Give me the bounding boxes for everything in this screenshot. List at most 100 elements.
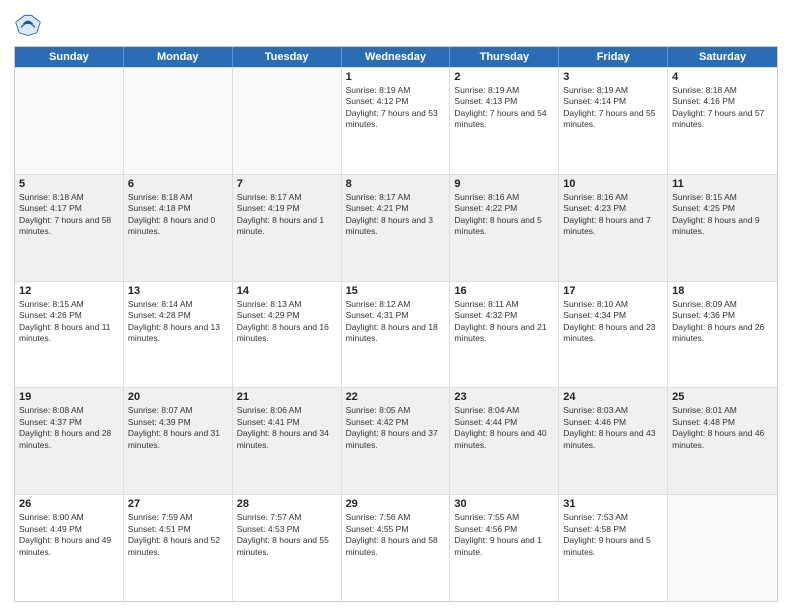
day-number: 16 [454, 285, 554, 297]
day-detail: Sunrise: 8:10 AM Sunset: 4:34 PM Dayligh… [563, 299, 663, 345]
day-detail: Sunrise: 8:08 AM Sunset: 4:37 PM Dayligh… [19, 405, 119, 451]
calendar-cell: 9 Sunrise: 8:16 AM Sunset: 4:22 PM Daylig… [450, 175, 559, 281]
day-detail: Sunrise: 8:16 AM Sunset: 4:22 PM Dayligh… [454, 192, 554, 238]
day-number: 12 [19, 285, 119, 297]
calendar-cell: 5 Sunrise: 8:18 AM Sunset: 4:17 PM Daylig… [15, 175, 124, 281]
day-number: 27 [128, 498, 228, 510]
calendar-cell: 20Sunrise: 8:07 AM Sunset: 4:39 PM Dayli… [124, 388, 233, 494]
calendar-cell: 2 Sunrise: 8:19 AM Sunset: 4:13 PM Daylig… [450, 68, 559, 174]
day-number: 11 [672, 178, 773, 190]
calendar-cell: 12Sunrise: 8:15 AM Sunset: 4:26 PM Dayli… [15, 282, 124, 388]
calendar-row: 1 Sunrise: 8:19 AM Sunset: 4:12 PM Daylig… [15, 67, 777, 174]
day-detail: Sunrise: 8:16 AM Sunset: 4:23 PM Dayligh… [563, 192, 663, 238]
calendar-cell: 23 Sunrise: 8:04 AM Sunset: 4:44 PM Dayli… [450, 388, 559, 494]
day-number: 21 [237, 391, 337, 403]
day-of-week-header: Tuesday [233, 47, 342, 67]
day-detail: Sunrise: 8:00 AM Sunset: 4:49 PM Dayligh… [19, 512, 119, 558]
day-number: 13 [128, 285, 228, 297]
calendar-cell: 18 Sunrise: 8:09 AM Sunset: 4:36 PM Dayli… [668, 282, 777, 388]
day-number: 26 [19, 498, 119, 510]
calendar-cell: 27 Sunrise: 7:59 AM Sunset: 4:51 PM Dayli… [124, 495, 233, 601]
day-detail: Sunrise: 8:04 AM Sunset: 4:44 PM Dayligh… [454, 405, 554, 451]
day-number: 19 [19, 391, 119, 403]
calendar-row: 12Sunrise: 8:15 AM Sunset: 4:26 PM Dayli… [15, 281, 777, 388]
day-of-week-header: Monday [124, 47, 233, 67]
day-number: 1 [346, 71, 446, 83]
day-number: 4 [672, 71, 773, 83]
day-of-week-header: Sunday [15, 47, 124, 67]
calendar-row: 26 Sunrise: 8:00 AM Sunset: 4:49 PM Dayli… [15, 494, 777, 601]
day-number: 15 [346, 285, 446, 297]
calendar-cell: 22 Sunrise: 8:05 AM Sunset: 4:42 PM Dayli… [342, 388, 451, 494]
day-detail: Sunrise: 7:53 AM Sunset: 4:58 PM Dayligh… [563, 512, 663, 558]
day-detail: Sunrise: 8:14 AM Sunset: 4:28 PM Dayligh… [128, 299, 228, 345]
day-detail: Sunrise: 8:17 AM Sunset: 4:19 PM Dayligh… [237, 192, 337, 238]
day-number: 30 [454, 498, 554, 510]
day-detail: Sunrise: 8:19 AM Sunset: 4:14 PM Dayligh… [563, 85, 663, 131]
calendar-cell: 14 Sunrise: 8:13 AM Sunset: 4:29 PM Dayli… [233, 282, 342, 388]
calendar-cell: 8 Sunrise: 8:17 AM Sunset: 4:21 PM Daylig… [342, 175, 451, 281]
day-of-week-header: Saturday [668, 47, 777, 67]
calendar-cell: 15 Sunrise: 8:12 AM Sunset: 4:31 PM Dayli… [342, 282, 451, 388]
day-detail: Sunrise: 8:18 AM Sunset: 4:16 PM Dayligh… [672, 85, 773, 131]
day-detail: Sunrise: 8:05 AM Sunset: 4:42 PM Dayligh… [346, 405, 446, 451]
day-number: 28 [237, 498, 337, 510]
calendar-cell: 28 Sunrise: 7:57 AM Sunset: 4:53 PM Dayli… [233, 495, 342, 601]
page: SundayMondayTuesdayWednesdayThursdayFrid… [0, 0, 792, 612]
calendar-header: SundayMondayTuesdayWednesdayThursdayFrid… [15, 47, 777, 67]
day-detail: Sunrise: 8:18 AM Sunset: 4:17 PM Dayligh… [19, 192, 119, 238]
day-number: 29 [346, 498, 446, 510]
calendar: SundayMondayTuesdayWednesdayThursdayFrid… [14, 46, 778, 602]
day-number: 10 [563, 178, 663, 190]
day-detail: Sunrise: 7:59 AM Sunset: 4:51 PM Dayligh… [128, 512, 228, 558]
day-detail: Sunrise: 7:55 AM Sunset: 4:56 PM Dayligh… [454, 512, 554, 558]
calendar-cell: 26 Sunrise: 8:00 AM Sunset: 4:49 PM Dayli… [15, 495, 124, 601]
day-number: 17 [563, 285, 663, 297]
calendar-cell: 24 Sunrise: 8:03 AM Sunset: 4:46 PM Dayli… [559, 388, 668, 494]
day-number: 24 [563, 391, 663, 403]
day-detail: Sunrise: 8:09 AM Sunset: 4:36 PM Dayligh… [672, 299, 773, 345]
day-of-week-header: Wednesday [342, 47, 451, 67]
calendar-cell [124, 68, 233, 174]
day-detail: Sunrise: 8:17 AM Sunset: 4:21 PM Dayligh… [346, 192, 446, 238]
day-of-week-header: Thursday [450, 47, 559, 67]
day-number: 9 [454, 178, 554, 190]
calendar-cell: 7 Sunrise: 8:17 AM Sunset: 4:19 PM Daylig… [233, 175, 342, 281]
day-detail: Sunrise: 7:56 AM Sunset: 4:55 PM Dayligh… [346, 512, 446, 558]
day-detail: Sunrise: 8:11 AM Sunset: 4:32 PM Dayligh… [454, 299, 554, 345]
day-number: 31 [563, 498, 663, 510]
day-number: 18 [672, 285, 773, 297]
day-detail: Sunrise: 8:19 AM Sunset: 4:13 PM Dayligh… [454, 85, 554, 131]
logo [14, 10, 46, 38]
day-detail: Sunrise: 8:13 AM Sunset: 4:29 PM Dayligh… [237, 299, 337, 345]
calendar-cell: 19 Sunrise: 8:08 AM Sunset: 4:37 PM Dayli… [15, 388, 124, 494]
day-number: 2 [454, 71, 554, 83]
calendar-cell: 10 Sunrise: 8:16 AM Sunset: 4:23 PM Dayli… [559, 175, 668, 281]
day-detail: Sunrise: 7:57 AM Sunset: 4:53 PM Dayligh… [237, 512, 337, 558]
logo-icon [14, 10, 42, 38]
day-number: 3 [563, 71, 663, 83]
calendar-row: 19 Sunrise: 8:08 AM Sunset: 4:37 PM Dayli… [15, 387, 777, 494]
calendar-cell: 6Sunrise: 8:18 AM Sunset: 4:18 PM Daylig… [124, 175, 233, 281]
calendar-cell: 13 Sunrise: 8:14 AM Sunset: 4:28 PM Dayli… [124, 282, 233, 388]
day-detail: Sunrise: 8:03 AM Sunset: 4:46 PM Dayligh… [563, 405, 663, 451]
calendar-cell: 17 Sunrise: 8:10 AM Sunset: 4:34 PM Dayli… [559, 282, 668, 388]
calendar-row: 5 Sunrise: 8:18 AM Sunset: 4:17 PM Daylig… [15, 174, 777, 281]
calendar-cell: 4 Sunrise: 8:18 AM Sunset: 4:16 PM Daylig… [668, 68, 777, 174]
calendar-cell: 25Sunrise: 8:01 AM Sunset: 4:48 PM Dayli… [668, 388, 777, 494]
day-detail: Sunrise: 8:06 AM Sunset: 4:41 PM Dayligh… [237, 405, 337, 451]
calendar-cell: 30 Sunrise: 7:55 AM Sunset: 4:56 PM Dayli… [450, 495, 559, 601]
day-number: 7 [237, 178, 337, 190]
day-number: 5 [19, 178, 119, 190]
calendar-cell [668, 495, 777, 601]
day-detail: Sunrise: 8:15 AM Sunset: 4:25 PM Dayligh… [672, 192, 773, 238]
day-number: 22 [346, 391, 446, 403]
day-number: 23 [454, 391, 554, 403]
day-number: 25 [672, 391, 773, 403]
calendar-cell: 1 Sunrise: 8:19 AM Sunset: 4:12 PM Daylig… [342, 68, 451, 174]
day-detail: Sunrise: 8:19 AM Sunset: 4:12 PM Dayligh… [346, 85, 446, 131]
day-number: 8 [346, 178, 446, 190]
calendar-cell: 31 Sunrise: 7:53 AM Sunset: 4:58 PM Dayli… [559, 495, 668, 601]
day-number: 14 [237, 285, 337, 297]
day-detail: Sunrise: 8:12 AM Sunset: 4:31 PM Dayligh… [346, 299, 446, 345]
